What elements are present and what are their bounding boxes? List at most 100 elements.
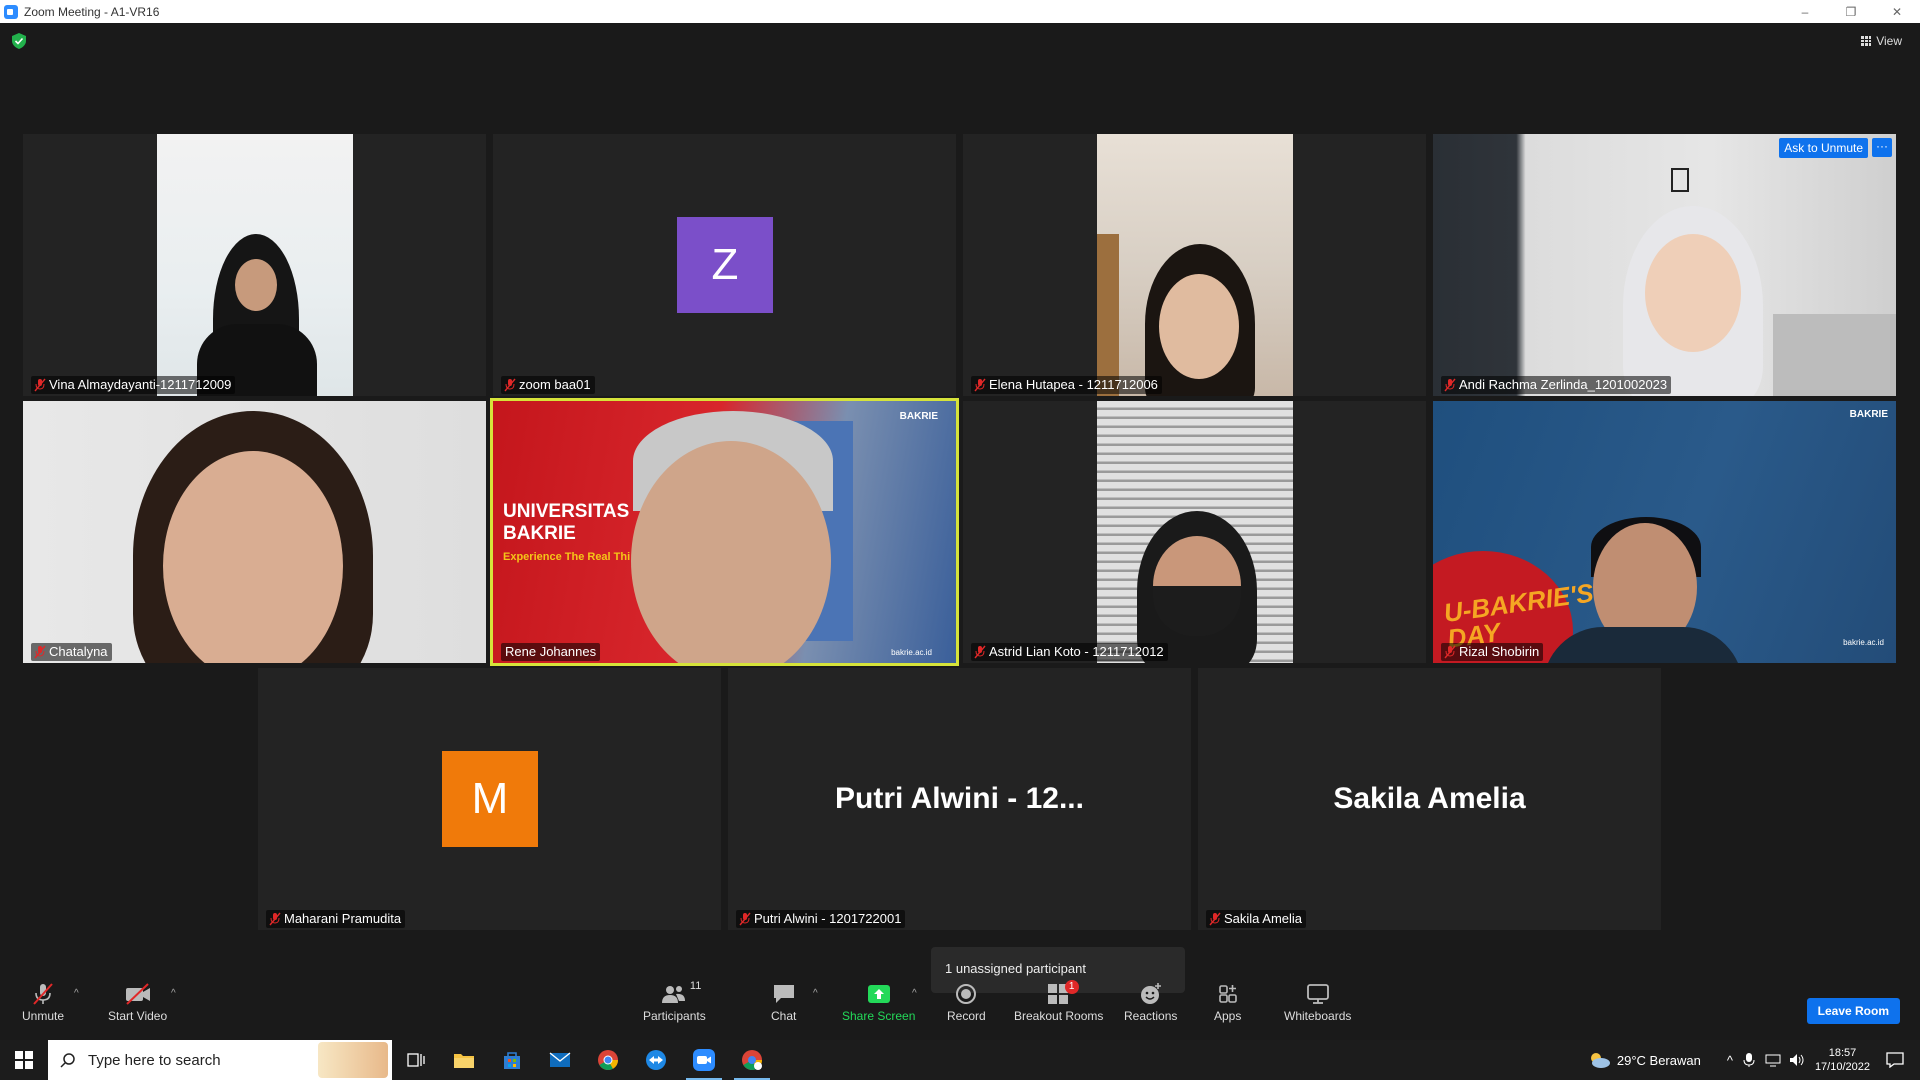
chrome-profile-icon xyxy=(742,1050,763,1071)
muted-mic-icon xyxy=(974,378,986,392)
ask-to-unmute-button[interactable]: Ask to Unmute xyxy=(1779,138,1868,158)
zoom-video-icon xyxy=(693,1049,715,1071)
task-view-button[interactable] xyxy=(392,1040,440,1080)
video-tile[interactable]: Z zoom baa01 xyxy=(493,134,956,396)
audio-options-caret-icon[interactable]: ^ xyxy=(74,988,79,999)
participant-name: Astrid Lian Koto - 1211712012 xyxy=(971,643,1168,661)
unmute-button[interactable]: Unmute xyxy=(22,982,64,1023)
store-bag-icon xyxy=(504,1052,520,1069)
camera-feed: U-BAKRIE'S DAY BAKRIE bakrie.ac.id xyxy=(1433,401,1896,663)
bakrie-logo: BAKRIE xyxy=(899,411,938,422)
video-tile[interactable]: U-BAKRIE'S DAY BAKRIE bakrie.ac.id Rizal… xyxy=(1433,401,1896,663)
apps-button[interactable]: Apps xyxy=(1214,982,1241,1023)
video-tile[interactable]: Ask to Unmute ··· Andi Rachma Zerlinda_1… xyxy=(1433,134,1896,396)
windows-taskbar: Type here to search 29°C Berawan ^ 18:57… xyxy=(0,1040,1920,1080)
muted-mic-icon xyxy=(739,912,751,926)
slide-url: bakrie.ac.id xyxy=(1843,638,1884,647)
chrome-profile-button[interactable] xyxy=(728,1040,776,1080)
participant-name: Maharani Pramudita xyxy=(266,910,406,928)
avatar: M xyxy=(442,751,538,847)
microphone-tray-icon[interactable] xyxy=(1743,1052,1755,1068)
participant-display-name: Sakila Amelia xyxy=(1333,782,1526,815)
view-button[interactable]: View xyxy=(1861,34,1902,48)
video-tile[interactable]: Astrid Lian Koto - 1211712012 xyxy=(963,401,1426,663)
participant-name: Sakila Amelia xyxy=(1206,910,1307,928)
chat-button[interactable]: Chat xyxy=(771,982,796,1023)
windows-logo-icon xyxy=(15,1051,33,1069)
volume-icon[interactable] xyxy=(1789,1053,1805,1067)
close-button[interactable]: ✕ xyxy=(1874,0,1920,23)
zoom-app-icon xyxy=(4,4,18,19)
camera-feed xyxy=(23,401,486,663)
teamviewer-button[interactable] xyxy=(632,1040,680,1080)
notifications-icon[interactable] xyxy=(1886,1052,1904,1068)
meeting-toolbar: Unmute ^ Start Video ^ 11 Participants C… xyxy=(0,980,1920,1039)
zoom-taskbar-button[interactable] xyxy=(680,1040,728,1080)
participants-button[interactable]: 11 Participants xyxy=(643,980,706,1023)
minimize-button[interactable]: – xyxy=(1782,0,1828,23)
muted-mic-icon xyxy=(1444,645,1456,659)
muted-microphone-icon xyxy=(33,983,53,1005)
muted-mic-icon xyxy=(504,378,516,392)
participant-name: Chatalyna xyxy=(31,643,112,661)
microsoft-store-button[interactable] xyxy=(488,1040,536,1080)
title-bar: Zoom Meeting - A1-VR16 – ❐ ✕ xyxy=(0,0,1920,23)
search-placeholder: Type here to search xyxy=(88,1051,221,1069)
video-tile[interactable]: Elena Hutapea - 1211712006 xyxy=(963,134,1426,396)
task-view-icon xyxy=(407,1053,425,1067)
weather-cloud-icon[interactable] xyxy=(1587,1051,1611,1069)
avatar: Z xyxy=(677,217,773,313)
share-screen-button[interactable]: Share Screen xyxy=(842,982,915,1023)
muted-mic-icon xyxy=(269,912,281,926)
more-options-button[interactable]: ··· xyxy=(1872,138,1892,157)
slide-url: bakrie.ac.id xyxy=(891,648,932,657)
weather-text[interactable]: 29°C Berawan xyxy=(1617,1053,1701,1068)
clock-date: 17/10/2022 xyxy=(1814,1061,1870,1073)
share-options-caret-icon[interactable]: ^ xyxy=(912,988,917,999)
mail-button[interactable] xyxy=(536,1040,584,1080)
video-tile[interactable]: M Maharani Pramudita xyxy=(258,668,721,930)
zoom-window: Zoom Meeting - A1-VR16 – ❐ ✕ View Vina A… xyxy=(0,0,1920,1080)
chat-options-caret-icon[interactable]: ^ xyxy=(813,988,818,999)
record-button[interactable]: Record xyxy=(947,982,986,1023)
record-icon xyxy=(956,984,977,1004)
taskbar-clock[interactable]: 18:57 17/10/2022 xyxy=(1815,1046,1870,1074)
muted-mic-icon xyxy=(1209,912,1221,926)
start-button[interactable] xyxy=(0,1040,48,1080)
participant-name: Vina Almaydayanti-1211712009 xyxy=(31,376,236,394)
participant-display-name: Putri Alwini - 12... xyxy=(835,782,1084,815)
video-tile[interactable]: Sakila Amelia Sakila Amelia xyxy=(1198,668,1661,930)
network-icon[interactable] xyxy=(1765,1053,1781,1067)
clock-time: 18:57 xyxy=(1828,1047,1857,1059)
participant-name: Rizal Shobirin xyxy=(1441,643,1544,661)
apps-icon xyxy=(1218,985,1237,1003)
grid-view-icon xyxy=(1861,36,1872,46)
restore-button[interactable]: ❐ xyxy=(1828,0,1874,23)
smiley-plus-icon xyxy=(1140,983,1161,1004)
view-label: View xyxy=(1876,34,1902,48)
share-screen-icon xyxy=(867,985,890,1003)
chrome-button[interactable] xyxy=(584,1040,632,1080)
muted-mic-icon xyxy=(1444,378,1456,392)
encryption-shield-icon[interactable] xyxy=(12,33,26,49)
camera-feed xyxy=(1433,134,1896,396)
breakout-rooms-button[interactable]: 1 Breakout Rooms xyxy=(1014,980,1103,1023)
video-tile-active-speaker[interactable]: UNIVERSITAS BAKRIE Experience The Real T… xyxy=(490,398,959,666)
search-icon xyxy=(60,1053,75,1068)
participant-name: Elena Hutapea - 1211712006 xyxy=(971,376,1162,394)
video-tile[interactable]: Vina Almaydayanti-1211712009 xyxy=(23,134,486,396)
participants-icon xyxy=(662,986,686,1003)
camera-feed xyxy=(1097,134,1293,396)
camera-feed xyxy=(157,134,353,396)
whiteboards-button[interactable]: Whiteboards xyxy=(1284,982,1351,1023)
system-tray: 29°C Berawan ^ 18:57 17/10/2022 xyxy=(1587,1040,1920,1080)
video-options-caret-icon[interactable]: ^ xyxy=(171,988,176,999)
reactions-button[interactable]: Reactions xyxy=(1124,982,1177,1023)
video-tile[interactable]: Putri Alwini - 12... Putri Alwini - 1201… xyxy=(728,668,1191,930)
video-tile[interactable]: Chatalyna xyxy=(23,401,486,663)
taskbar-search-box[interactable]: Type here to search xyxy=(48,1040,392,1080)
tray-overflow-chevron-icon[interactable]: ^ xyxy=(1727,1053,1733,1068)
start-video-button[interactable]: Start Video xyxy=(108,982,167,1023)
leave-room-button[interactable]: Leave Room xyxy=(1806,998,1900,1024)
file-explorer-button[interactable] xyxy=(440,1040,488,1080)
